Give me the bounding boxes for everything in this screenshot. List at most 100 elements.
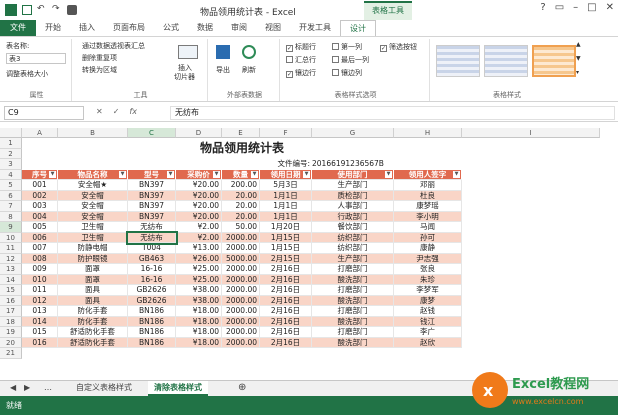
column-header[interactable]: D xyxy=(176,128,222,138)
table-cell[interactable]: ¥25.00 xyxy=(176,274,222,285)
first-column-checkbox[interactable]: 第一列 xyxy=(332,42,362,52)
column-header[interactable]: B xyxy=(58,128,128,138)
gallery-more-icon[interactable]: ▾ xyxy=(576,69,579,76)
filter-dropdown-icon[interactable]: ▼ xyxy=(251,170,258,178)
row-header[interactable]: 17 xyxy=(0,306,22,317)
table-cell[interactable]: GB2626 xyxy=(128,295,176,306)
table-cell[interactable]: ¥18.00 xyxy=(176,337,222,348)
column-header[interactable]: F xyxy=(260,128,312,138)
filter-dropdown-icon[interactable]: ▼ xyxy=(167,170,174,178)
header-row-checkbox[interactable]: ✓ 标题行 xyxy=(286,42,316,52)
table-cell[interactable]: 生产部门 xyxy=(312,180,394,191)
minimize-icon[interactable]: – xyxy=(573,2,578,13)
filter-button-checkbox[interactable]: ✓ 筛选按钮 xyxy=(380,42,417,52)
table-cell[interactable]: 006 xyxy=(22,232,58,243)
table-cell[interactable]: 面罩 xyxy=(58,274,128,285)
table-cell[interactable]: BN186 xyxy=(128,306,176,317)
table-cell[interactable]: ¥13.00 xyxy=(176,243,222,254)
row-header[interactable]: 3 xyxy=(0,159,22,170)
row-header[interactable]: 8 xyxy=(0,211,22,222)
row-header[interactable]: 13 xyxy=(0,264,22,275)
name-box[interactable]: C9 xyxy=(4,106,84,120)
select-all-corner[interactable] xyxy=(0,128,22,138)
table-cell[interactable]: 200.00 xyxy=(222,180,260,191)
table-cell[interactable]: 酸洗部门 xyxy=(312,295,394,306)
table-cell[interactable]: 20.00 xyxy=(222,201,260,212)
table-cell[interactable]: 009 xyxy=(22,264,58,275)
table-cell[interactable]: 1月1日 xyxy=(260,211,312,222)
table-cell[interactable]: BN186 xyxy=(128,337,176,348)
table-cell[interactable]: 防化手套 xyxy=(58,316,128,327)
cancel-icon[interactable]: ✕ xyxy=(96,107,103,116)
tab-6[interactable]: 审阅 xyxy=(222,20,256,36)
table-header-cell[interactable]: 使用部门 ▼ xyxy=(312,169,394,180)
last-column-checkbox[interactable]: 最后一列 xyxy=(332,55,369,65)
table-cell[interactable]: 康梦 xyxy=(394,295,462,306)
table-cell[interactable]: 酸洗部门 xyxy=(312,337,394,348)
table-cell[interactable]: 015 xyxy=(22,327,58,338)
export-icon[interactable] xyxy=(216,45,230,59)
row-header[interactable]: 7 xyxy=(0,201,22,212)
tab-3[interactable]: 页面布局 xyxy=(104,20,154,36)
tab-7[interactable]: 视图 xyxy=(256,20,290,36)
table-cell[interactable]: 防护眼镜 xyxy=(58,253,128,264)
table-cell[interactable]: 002 xyxy=(22,190,58,201)
table-cell[interactable]: 纺织部门 xyxy=(312,232,394,243)
table-header-cell[interactable]: 领用日期 ▼ xyxy=(260,169,312,180)
table-cell[interactable]: 安全帽★ xyxy=(58,180,128,191)
table-cell[interactable]: 孙可 xyxy=(394,232,462,243)
table-cell[interactable]: 013 xyxy=(22,306,58,317)
row-header[interactable]: 14 xyxy=(0,274,22,285)
table-cell[interactable]: 50.00 xyxy=(222,222,260,233)
row-header[interactable]: 21 xyxy=(0,348,22,359)
table-cell[interactable]: 舒适防化手套 xyxy=(58,337,128,348)
refresh-icon[interactable] xyxy=(242,45,256,59)
row-header[interactable]: 9 xyxy=(0,222,22,233)
table-cell[interactable]: 007 xyxy=(22,243,58,254)
table-cell[interactable]: 打磨部门 xyxy=(312,264,394,275)
table-header-cell[interactable]: 数量 ▼ xyxy=(222,169,260,180)
filter-dropdown-icon[interactable]: ▼ xyxy=(453,170,460,178)
table-cell[interactable]: 质检部门 xyxy=(312,190,394,201)
convert-to-range-button[interactable]: 转换为区域 xyxy=(82,65,117,75)
table-cell[interactable]: 面具 xyxy=(58,285,128,296)
table-cell[interactable]: ¥2.00 xyxy=(176,232,222,243)
table-style-swatch-selected[interactable] xyxy=(532,45,576,77)
filter-dropdown-icon[interactable]: ▼ xyxy=(119,170,126,178)
table-cell[interactable]: 防化手套 xyxy=(58,306,128,317)
table-cell[interactable]: ¥18.00 xyxy=(176,327,222,338)
table-cell[interactable]: 安全帽 xyxy=(58,190,128,201)
table-cell[interactable]: ¥2.00 xyxy=(176,222,222,233)
table-cell[interactable]: 20.00 xyxy=(222,190,260,201)
table-cell[interactable]: 打磨部门 xyxy=(312,285,394,296)
redo-icon[interactable]: ↷ xyxy=(52,5,62,15)
table-header-cell[interactable]: 采购价 ▼ xyxy=(176,169,222,180)
table-cell[interactable]: 2月16日 xyxy=(260,295,312,306)
column-header[interactable]: G xyxy=(312,128,394,138)
table-cell[interactable]: 1月1日 xyxy=(260,190,312,201)
table-cell[interactable]: 1月15日 xyxy=(260,232,312,243)
table-cell[interactable]: 2月16日 xyxy=(260,306,312,317)
table-cell[interactable]: 酸洗部门 xyxy=(312,316,394,327)
table-cell[interactable]: 2000.00 xyxy=(222,295,260,306)
table-header-cell[interactable]: 型号 ▼ xyxy=(128,169,176,180)
table-cell[interactable]: 2000.00 xyxy=(222,243,260,254)
tab-1[interactable]: 开始 xyxy=(36,20,70,36)
table-cell[interactable]: 20.00 xyxy=(222,211,260,222)
table-cell[interactable]: 1月20日 xyxy=(260,222,312,233)
column-header[interactable]: C xyxy=(128,128,176,138)
table-cell[interactable]: ¥20.00 xyxy=(176,211,222,222)
table-cell[interactable]: 5000.00 xyxy=(222,253,260,264)
table-cell[interactable]: 2000.00 xyxy=(222,285,260,296)
formula-input[interactable]: 无纺布 xyxy=(170,106,615,120)
table-name-input[interactable]: 表3 xyxy=(6,53,66,64)
table-cell[interactable]: ¥38.00 xyxy=(176,285,222,296)
table-cell[interactable]: 16-16 xyxy=(128,274,176,285)
refresh-button[interactable]: 刷新 xyxy=(242,65,256,75)
table-cell[interactable]: 酸洗部门 xyxy=(312,274,394,285)
table-header-cell[interactable]: 物品名称 ▼ xyxy=(58,169,128,180)
row-header[interactable]: 11 xyxy=(0,243,22,254)
confirm-icon[interactable]: ✓ xyxy=(113,107,120,116)
table-cell[interactable]: 011 xyxy=(22,285,58,296)
table-cell[interactable]: 面罩 xyxy=(58,264,128,275)
